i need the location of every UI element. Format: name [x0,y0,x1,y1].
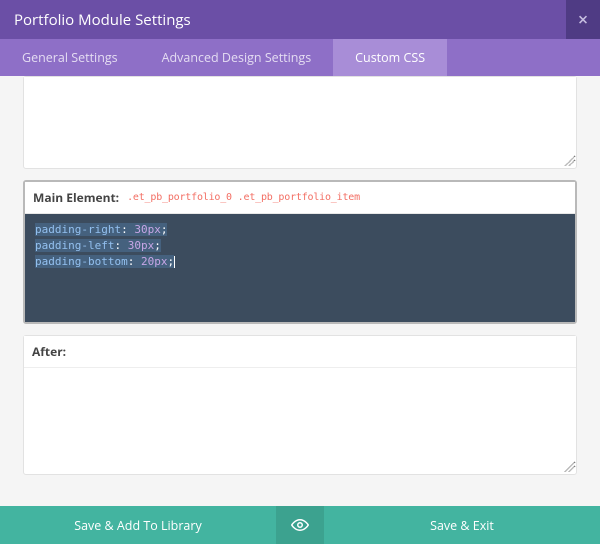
save-exit-button[interactable]: Save & Exit [324,506,600,544]
content-area: Main Element: .et_pb_portfolio_0 .et_pb_… [0,76,600,506]
after-field: After: [23,335,577,475]
code-prop: padding-bottom [35,255,128,268]
close-icon: × [578,8,588,32]
after-header: After: [24,336,576,367]
code-unit: px [141,239,154,252]
tab-bar: General Settings Advanced Design Setting… [0,39,600,76]
modal-header: Portfolio Module Settings × [0,0,600,39]
main-element-header: Main Element: .et_pb_portfolio_0 .et_pb_… [25,182,575,214]
save-add-to-library-button[interactable]: Save & Add To Library [0,506,276,544]
code-val: 30 [134,223,147,236]
code-unit: px [154,255,167,268]
main-element-selector: .et_pb_portfolio_0 .et_pb_portfolio_item [127,192,360,203]
main-element-label: Main Element: [33,189,119,206]
code-unit: px [148,223,161,236]
tab-advanced-design-settings[interactable]: Advanced Design Settings [140,39,334,76]
tab-custom-css[interactable]: Custom CSS [333,39,447,76]
code-val: 30 [128,239,141,252]
eye-icon [291,516,309,534]
after-textarea[interactable] [24,367,576,470]
before-textarea[interactable] [24,77,576,164]
main-element-field: Main Element: .et_pb_portfolio_0 .et_pb_… [23,180,577,324]
tab-general-settings[interactable]: General Settings [0,39,140,76]
code-prop: padding-left [35,239,114,252]
code-prop: padding-right [35,223,121,236]
main-element-code[interactable]: padding-right: 30px; padding-left: 30px;… [25,214,575,322]
text-cursor [174,256,175,268]
footer-bar: Save & Add To Library Save & Exit [0,506,600,544]
after-label: After: [32,343,66,360]
before-field [23,76,577,169]
modal-title: Portfolio Module Settings [14,10,191,30]
close-button[interactable]: × [566,0,600,39]
code-val: 20 [141,255,154,268]
preview-button[interactable] [276,506,324,544]
